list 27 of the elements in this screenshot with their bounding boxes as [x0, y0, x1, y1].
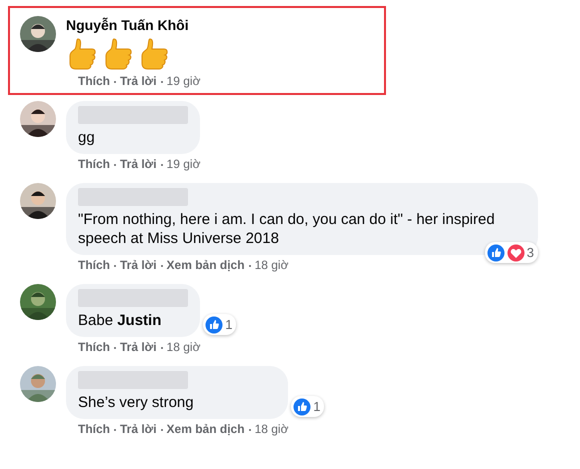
action-link[interactable]: Thích	[78, 258, 110, 273]
comment-text: She’s very strong	[78, 393, 195, 412]
reaction-count[interactable]: 3	[484, 242, 538, 263]
timestamp[interactable]: 18 giờ	[166, 340, 200, 355]
action-link[interactable]: Trả lời	[120, 74, 157, 89]
action-link[interactable]: Thích	[78, 74, 110, 89]
action-link[interactable]: Thích	[78, 157, 110, 172]
timestamp[interactable]: 18 giờ	[254, 422, 288, 437]
timestamp[interactable]: 18 giờ	[254, 258, 288, 273]
timestamp[interactable]: 19 giờ	[166, 74, 200, 89]
like-icon	[486, 244, 505, 262]
action-link[interactable]: Thích	[78, 340, 110, 355]
action-link[interactable]: Thích	[78, 422, 110, 437]
like-icon	[293, 398, 312, 416]
timestamp[interactable]: 19 giờ	[166, 157, 200, 172]
reaction-count[interactable]: 1	[291, 396, 324, 417]
action-link[interactable]: Trả lời	[120, 422, 157, 437]
comment-text: Babe Justin	[78, 311, 162, 330]
reaction-count[interactable]: 1	[203, 314, 236, 335]
comment-text: gg	[78, 128, 96, 147]
action-link[interactable]: Xem bản dịch	[166, 422, 245, 437]
action-link[interactable]: Trả lời	[120, 157, 157, 172]
action-link[interactable]: Xem bản dịch	[166, 258, 245, 273]
action-link[interactable]: Trả lời	[120, 340, 157, 355]
like-icon	[205, 316, 224, 334]
action-link[interactable]: Trả lời	[120, 258, 157, 273]
commenter-name[interactable]: Nguyễn Tuấn Khôi	[66, 16, 200, 35]
